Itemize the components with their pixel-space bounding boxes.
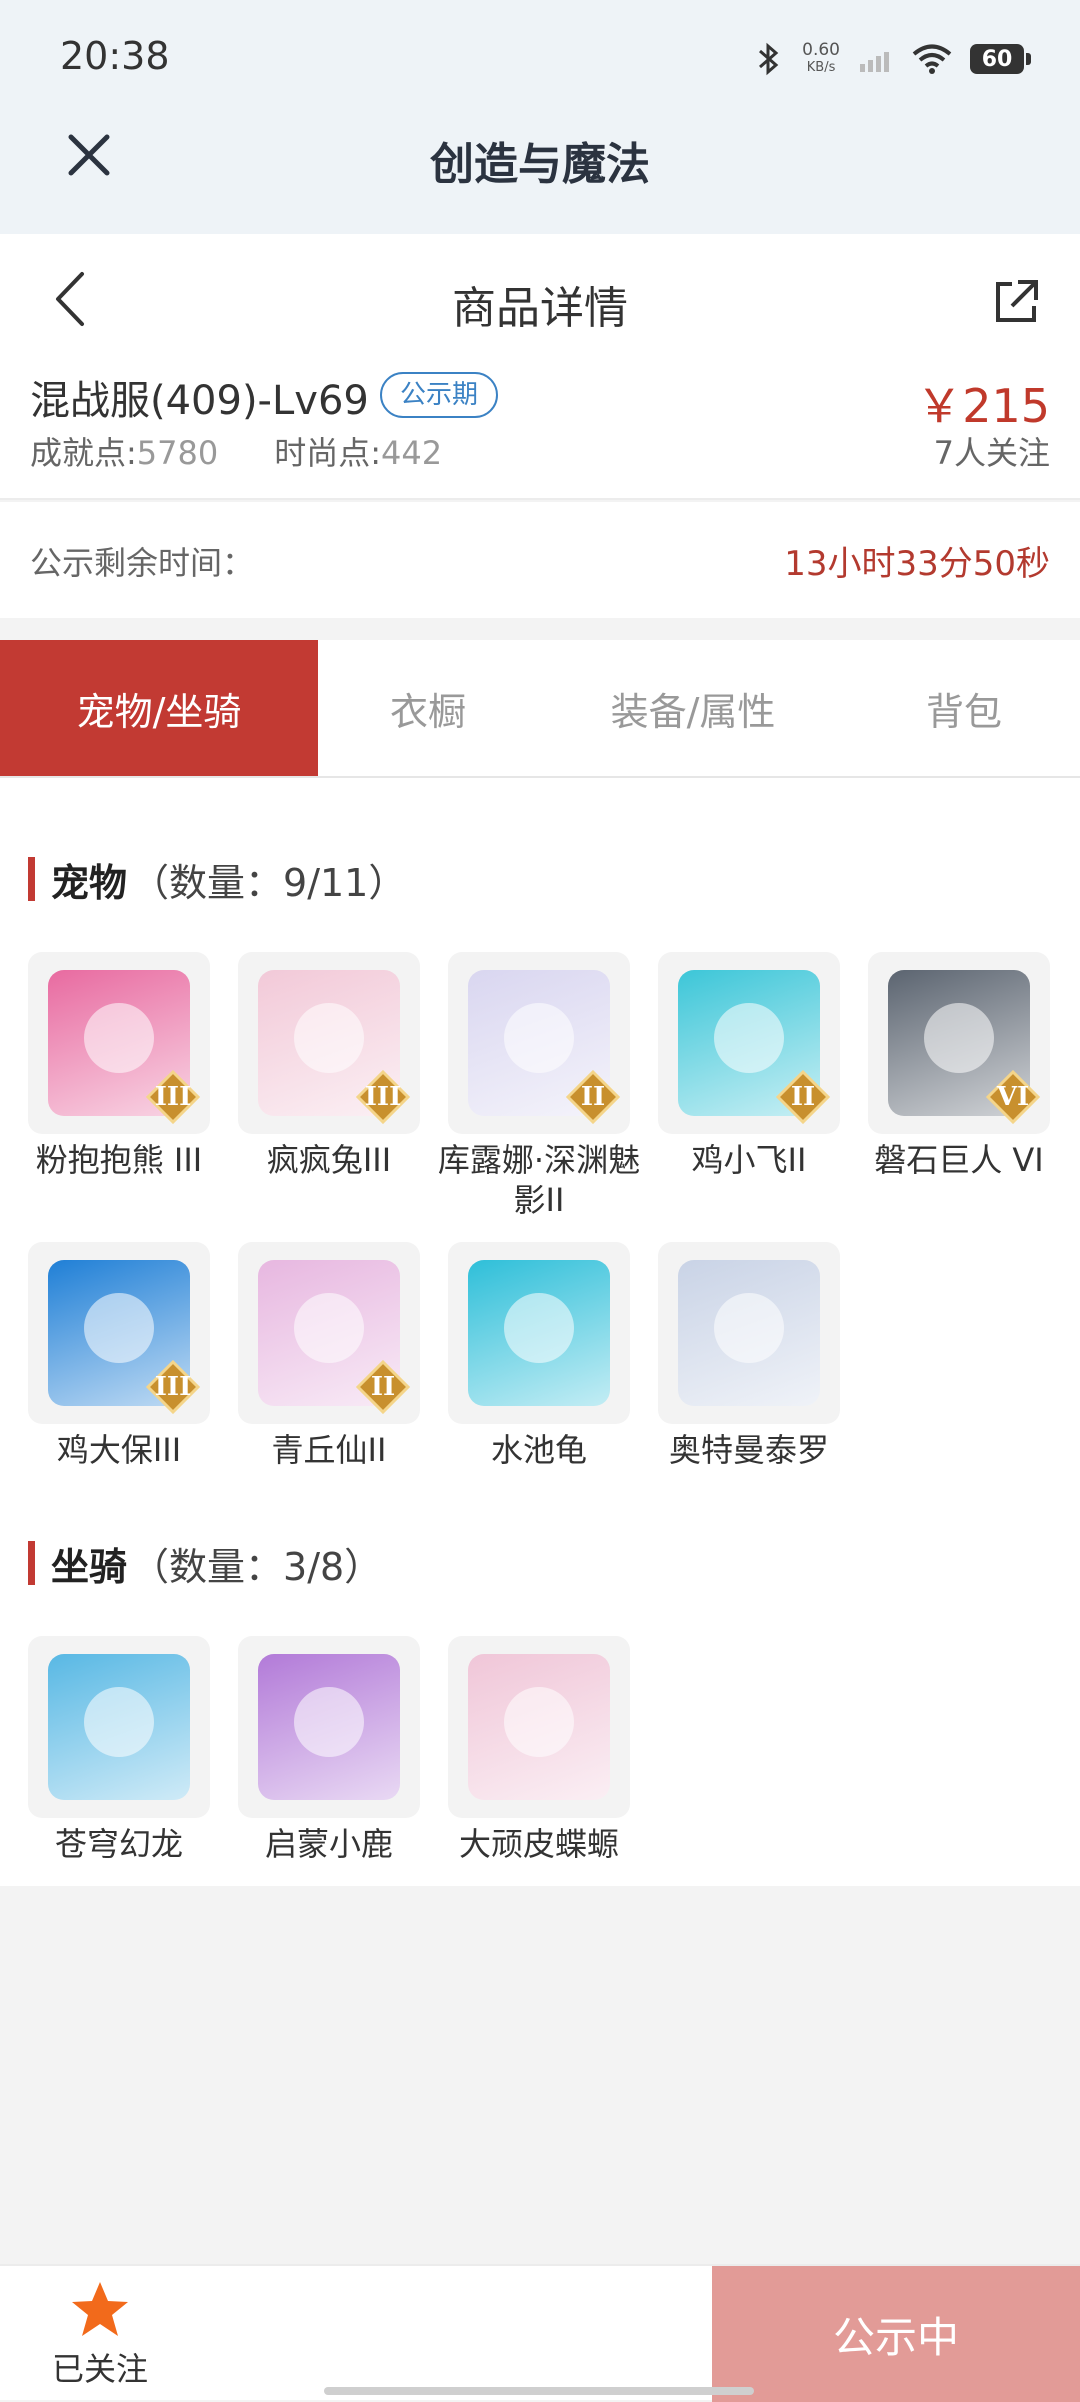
mounts-title: 坐骑 [51, 1544, 128, 1589]
pink-bear-icon: III [28, 952, 210, 1134]
battery-icon: 60 [970, 44, 1031, 74]
item-name: 粉抱抱熊 III [35, 1141, 203, 1179]
list-item[interactable]: 启蒙小鹿 [224, 1636, 434, 1864]
share-icon [996, 280, 1038, 322]
follow-button[interactable]: 已关注 [40, 2280, 160, 2390]
rank-badge-icon: III [145, 1359, 201, 1415]
item-name: 鸡大保III [56, 1431, 182, 1469]
app-header: 20:38 0.60 KB/s 60 创造与魔法 [0, 0, 1080, 234]
countdown-value: 13小时33分50秒 [784, 544, 1050, 584]
list-item[interactable]: 奥特曼泰罗 [644, 1242, 854, 1470]
fashion-label: 时尚点: [274, 434, 382, 472]
pets-section-header: 宠物 （数量：9/11） [28, 854, 407, 905]
kuluna-icon: II [448, 952, 630, 1134]
fashion-value: 442 [381, 434, 443, 472]
countdown-row: 公示剩余时间： 13小时33分50秒 [0, 502, 1080, 618]
list-item[interactable]: 大顽皮蝶螈 [434, 1636, 644, 1864]
tab-bar: 宠物/坐骑 衣橱 装备/属性 背包 [0, 640, 1080, 778]
tab-pets-mounts[interactable]: 宠物/坐骑 [0, 640, 318, 776]
item-name: 青丘仙II [271, 1431, 387, 1469]
bluetooth-icon [759, 42, 779, 76]
list-item[interactable]: II 库露娜·深渊魅影II [434, 952, 644, 1220]
mounts-section-header: 坐骑 （数量：3/8） [28, 1538, 383, 1589]
app-title: 创造与魔法 [430, 139, 650, 190]
rock-giant-icon: VI [868, 952, 1050, 1134]
wifi-icon [912, 44, 952, 74]
pets-title: 宠物 [51, 860, 128, 905]
blue-bird-icon: III [28, 1242, 210, 1424]
item-name: 库露娜·深渊魅影II [437, 1141, 641, 1219]
list-item[interactable]: II 青丘仙II [224, 1242, 434, 1470]
item-name: 疯疯兔III [266, 1141, 392, 1179]
pets-mounts-panel: 宠物 （数量：9/11） III 粉抱抱熊 III III 疯疯兔III II 库露娜·深… [0, 778, 1080, 1886]
countdown-label: 公示剩余时间： [30, 544, 255, 582]
tab-backpack[interactable]: 背包 [848, 640, 1080, 776]
list-item[interactable]: 水池龟 [434, 1242, 644, 1470]
signal-icon [860, 52, 889, 72]
item-name: 苍穹幻龙 [54, 1825, 183, 1863]
item-name: 启蒙小鹿 [264, 1825, 393, 1863]
item-name: 奥特曼泰罗 [668, 1431, 829, 1469]
pool-turtle-icon [448, 1242, 630, 1424]
status-badge: 公示期 [380, 372, 499, 418]
status-icons: 0.60 KB/s 60 [754, 36, 1031, 82]
nav-bar: 商品详情 [0, 234, 1080, 364]
product-info: 混战服(409)-Lv69 公示期 ￥215 成就点:5780 时尚点:442 7… [0, 364, 1080, 500]
tab-equipment[interactable]: 装备/属性 [538, 640, 848, 776]
pets-count: （数量：9/11） [131, 860, 407, 905]
watcher-count: 7人关注 [933, 434, 1050, 472]
rank-badge-icon: III [145, 1069, 201, 1125]
fox-fairy-icon: II [238, 1242, 420, 1424]
achievement-value: 5780 [136, 434, 219, 472]
item-name: 鸡小飞II [691, 1141, 807, 1179]
item-name: 水池龟 [490, 1431, 587, 1469]
product-name: 混战服(409)-Lv69 [30, 378, 369, 424]
list-item[interactable]: III 粉抱抱熊 III [14, 952, 224, 1180]
rank-badge-icon: III [355, 1069, 411, 1125]
list-item[interactable]: II 鸡小飞II [644, 952, 854, 1180]
status-button[interactable]: 公示中 [712, 2266, 1080, 2402]
list-item[interactable]: III 鸡大保III [14, 1242, 224, 1470]
product-price: ￥215 [916, 379, 1050, 433]
mounts-count: （数量：3/8） [131, 1544, 383, 1589]
list-item[interactable]: 苍穹幻龙 [14, 1636, 224, 1864]
star-icon [72, 2282, 128, 2336]
ultraman-taro-icon [658, 1242, 840, 1424]
axolotl-icon [448, 1636, 630, 1818]
page-title: 商品详情 [452, 283, 628, 334]
product-stats: 成就点:5780 时尚点:442 [30, 428, 442, 474]
sky-dragon-icon [28, 1636, 210, 1818]
little-deer-icon [238, 1636, 420, 1818]
home-indicator [324, 2387, 754, 2395]
follow-label: 已关注 [51, 2350, 148, 2388]
list-item[interactable]: VI 磐石巨人 VI [854, 952, 1064, 1180]
rank-badge-icon: II [565, 1069, 621, 1125]
item-name: 磐石巨人 VI [874, 1141, 1044, 1179]
rank-badge-icon: II [355, 1359, 411, 1415]
achievement-label: 成就点: [30, 434, 137, 472]
item-name: 大顽皮蝶螈 [458, 1825, 619, 1863]
list-item[interactable]: III 疯疯兔III [224, 952, 434, 1180]
rank-badge-icon: VI [985, 1069, 1041, 1125]
chick-icon: II [658, 952, 840, 1134]
net-speed: 0.60 KB/s [802, 40, 840, 76]
status-time: 20:38 [60, 34, 170, 78]
share-button[interactable] [988, 274, 1044, 330]
tab-wardrobe[interactable]: 衣橱 [318, 640, 538, 776]
rank-badge-icon: II [775, 1069, 831, 1125]
crazy-rabbit-icon: III [238, 952, 420, 1134]
bottom-bar: 已关注 公示中 [0, 2264, 1080, 2402]
